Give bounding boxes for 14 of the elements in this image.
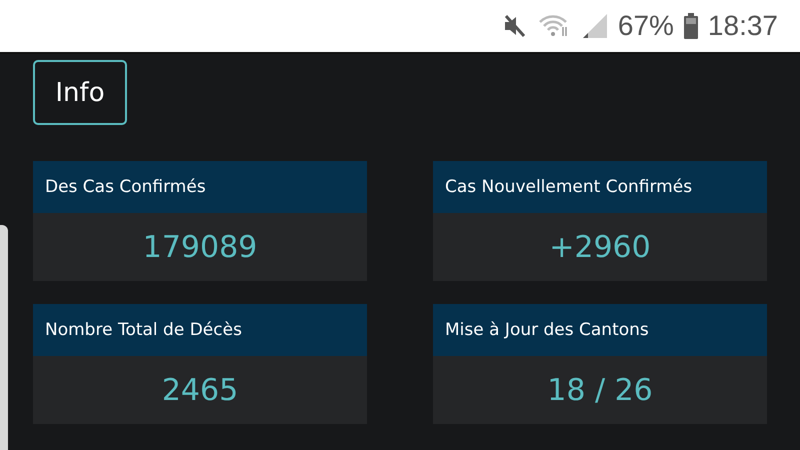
card-value: 18 / 26 [547,372,653,408]
battery-icon [684,13,698,39]
battery-percent: 67% [618,10,674,42]
edge-handle[interactable] [0,225,8,450]
card-title: Nombre Total de Décès [45,320,242,340]
card-title: Des Cas Confirmés [45,177,206,197]
clock-time: 18:37 [708,10,778,42]
signal-icon [582,13,608,39]
card-value: +2960 [549,230,651,264]
card-value: 179089 [142,230,258,264]
card-title: Mise à Jour des Cantons [445,320,649,340]
card-value: 2465 [162,372,238,408]
card-title: Cas Nouvellement Confirmés [445,177,692,197]
info-button[interactable]: Info [33,60,127,125]
